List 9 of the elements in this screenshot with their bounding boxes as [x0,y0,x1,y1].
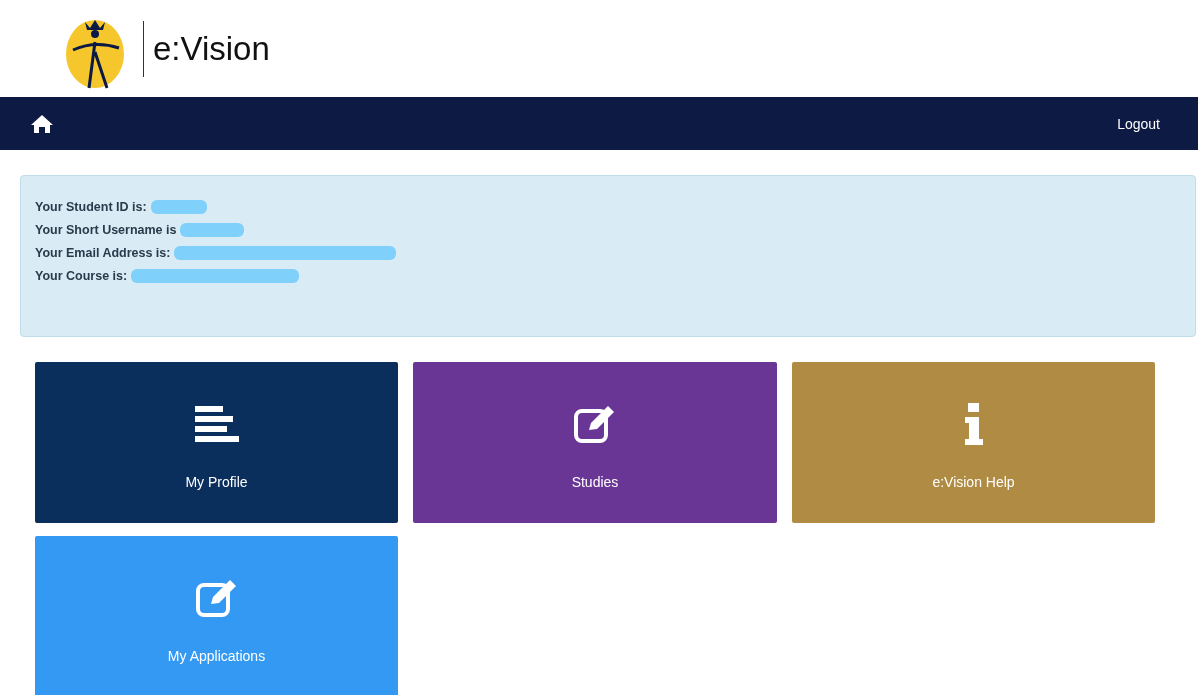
info-label: Your Short Username is [35,222,177,237]
menu-tile[interactable]: Studies [413,362,777,523]
menu-tile[interactable]: My Profile [35,362,398,523]
home-icon[interactable] [30,113,54,134]
info-label: Your Student ID is: [35,199,147,214]
logo-text: e:Vision [153,29,270,68]
info-label: Your Course is: [35,268,128,283]
info-label: Your Email Address is: [35,245,171,260]
logout-link[interactable]: Logout [1117,115,1160,132]
